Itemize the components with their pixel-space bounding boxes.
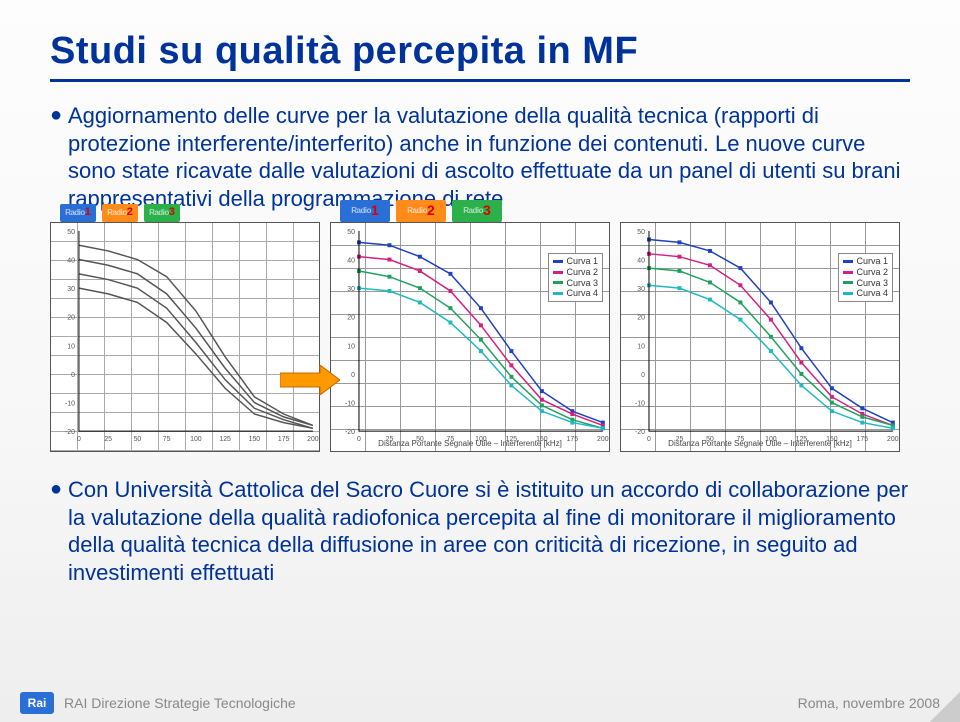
- slide-body: ● Aggiornamento delle curve per la valut…: [50, 102, 910, 592]
- chart-old: -20 -10 0 10 20 30 40 50 0 25 50 75 100 125 150 175 200: [50, 222, 320, 452]
- svg-text:125: 125: [219, 436, 231, 443]
- svg-text:175: 175: [278, 436, 290, 443]
- svg-text:20: 20: [637, 315, 645, 322]
- svg-text:30: 30: [347, 286, 355, 293]
- rai-logos-large-1: Radio1 Radio2 Radio3: [340, 200, 502, 222]
- svg-text:20: 20: [347, 315, 355, 322]
- logo-radio1-small: Radio1: [60, 204, 96, 222]
- svg-text:-20: -20: [345, 429, 355, 436]
- bullet-2-text: Con Università Cattolica del Sacro Cuore…: [68, 476, 910, 586]
- svg-text:0: 0: [641, 372, 645, 379]
- svg-text:0: 0: [351, 372, 355, 379]
- svg-text:100: 100: [190, 436, 202, 443]
- slide-title: Studi su qualità percepita in MF: [50, 30, 910, 82]
- svg-text:50: 50: [134, 436, 142, 443]
- chart-2-legend: Curva 1Curva 2Curva 3Curva 4: [838, 253, 893, 302]
- svg-text:-20: -20: [635, 429, 645, 436]
- arrow-icon: [280, 365, 340, 395]
- svg-text:10: 10: [637, 343, 645, 350]
- page-curl-icon: [930, 692, 960, 722]
- slide: Studi su qualità percepita in MF ● Aggio…: [0, 0, 960, 722]
- bullet-2: ● Con Università Cattolica del Sacro Cuo…: [50, 476, 910, 586]
- rai-logos-small: Radio1 Radio2 Radio3: [60, 204, 180, 222]
- svg-text:30: 30: [637, 286, 645, 293]
- svg-text:-10: -10: [65, 401, 75, 408]
- chart-new-1: -20-10010203040500255075100125150175200 …: [330, 222, 610, 452]
- svg-text:75: 75: [163, 436, 171, 443]
- chart-old-svg: -20 -10 0 10 20 30 40 50 0 25 50 75 100 125 150 175 200: [51, 223, 319, 451]
- svg-text:50: 50: [637, 229, 645, 236]
- svg-text:150: 150: [249, 436, 261, 443]
- chart-2-xlabel: Distanza Portante Segnale Utile – Interf…: [621, 439, 899, 449]
- footer-left: RAI Direzione Strategie Tecnologiche: [64, 695, 798, 711]
- bullet-1-text: Aggiornamento delle curve per la valutaz…: [68, 102, 910, 212]
- rai-badge-icon: Rai: [20, 692, 54, 714]
- svg-text:40: 40: [67, 258, 75, 265]
- svg-text:50: 50: [67, 229, 75, 236]
- footer: Rai RAI Direzione Strategie Tecnologiche…: [0, 692, 960, 714]
- logo-radio1: Radio1: [340, 200, 390, 222]
- bullet-marker: ●: [50, 102, 68, 212]
- svg-text:30: 30: [67, 286, 75, 293]
- svg-text:-20: -20: [65, 429, 75, 436]
- logo-radio2-small: Radio2: [102, 204, 138, 222]
- chart-1-xlabel: Distanza Portante Segnale Utile – Interf…: [331, 439, 609, 449]
- svg-text:-10: -10: [635, 401, 645, 408]
- svg-text:-10: -10: [345, 401, 355, 408]
- svg-text:10: 10: [67, 343, 75, 350]
- svg-text:0: 0: [77, 436, 81, 443]
- svg-text:20: 20: [67, 315, 75, 322]
- logo-radio3-small: Radio3: [144, 204, 180, 222]
- svg-text:40: 40: [637, 258, 645, 265]
- bullet-marker: ●: [50, 476, 68, 586]
- chart-row: Radio1 Radio2 Radio3 -20-100102030405002…: [50, 222, 910, 452]
- svg-text:40: 40: [347, 258, 355, 265]
- svg-text:50: 50: [347, 229, 355, 236]
- chart-new-2: -20-10010203040500255075100125150175200 …: [620, 222, 900, 452]
- svg-text:10: 10: [347, 343, 355, 350]
- svg-text:200: 200: [307, 436, 319, 443]
- logo-radio3: Radio3: [452, 200, 502, 222]
- svg-text:25: 25: [104, 436, 112, 443]
- bullet-1: ● Aggiornamento delle curve per la valut…: [50, 102, 910, 212]
- svg-text:0: 0: [71, 372, 75, 379]
- logo-radio2: Radio2: [396, 200, 446, 222]
- chart-1-legend: Curva 1Curva 2Curva 3Curva 4: [548, 253, 603, 302]
- footer-right: Roma, novembre 2008: [798, 695, 940, 711]
